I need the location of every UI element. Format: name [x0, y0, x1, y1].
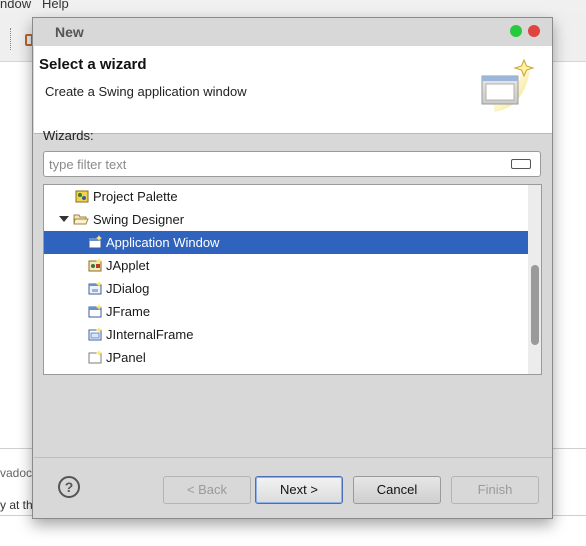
wizard-tree[interactable]: Project Palette Swing Designer Applicati… — [43, 184, 542, 375]
tree-item-label: JDialog — [106, 281, 150, 296]
wizards-label: Wizards: — [43, 128, 94, 143]
help-icon[interactable]: ? — [58, 476, 80, 498]
finish-button[interactable]: Finish — [451, 476, 539, 504]
tree-item-application-window[interactable]: Application Window — [44, 231, 528, 254]
dialog-titlebar[interactable]: New — [33, 18, 552, 46]
tree-item-label: JFrame — [106, 304, 151, 319]
folder-open-icon — [73, 214, 89, 225]
tree-scrollbar-thumb[interactable] — [531, 265, 539, 345]
tree-item-partial[interactable] — [44, 369, 528, 374]
back-button[interactable]: < Back — [163, 476, 251, 504]
wizard-window-icon — [481, 58, 535, 112]
tree-scrollbar[interactable] — [528, 185, 541, 374]
dialog-icon — [88, 281, 102, 295]
wizard-filter-input[interactable] — [43, 151, 541, 177]
ide-javadoc-tab[interactable]: vadoc — [0, 466, 32, 480]
internal-frame-icon — [88, 327, 102, 341]
footer-divider — [34, 457, 552, 458]
frame-icon — [88, 304, 102, 318]
clear-filter-icon[interactable] — [511, 159, 531, 169]
ide-console-text: y at th — [0, 498, 33, 512]
tree-item-label: Swing Designer — [93, 212, 185, 227]
tree-item-swing-designer[interactable]: Swing Designer — [44, 208, 528, 231]
applet-icon — [88, 258, 102, 272]
banner-description: Create a Swing application window — [45, 84, 247, 99]
new-wizard-dialog: New Select a wizard Create a Swing appli… — [32, 17, 553, 519]
ide-menubar: ndow Help — [0, 0, 586, 12]
palette-icon — [75, 190, 89, 203]
tree-item-project-palette[interactable]: Project Palette — [44, 185, 528, 208]
tree-item-jframe[interactable]: JFrame — [44, 300, 528, 323]
expand-arrow-icon[interactable] — [59, 216, 69, 222]
next-button[interactable]: Next > — [255, 476, 343, 504]
tree-item-label: Project Palette — [93, 189, 178, 204]
tree-item-japplet[interactable]: JApplet — [44, 254, 528, 277]
star-icon — [98, 373, 100, 374]
tree-item-label: JInternalFrame — [106, 327, 194, 342]
tree-item-jinternalframe[interactable]: JInternalFrame — [44, 323, 528, 346]
close-button[interactable] — [528, 25, 540, 37]
maximize-button[interactable] — [510, 25, 522, 37]
tree-item-label: JPanel — [106, 350, 146, 365]
cancel-button[interactable]: Cancel — [353, 476, 441, 504]
toolbar-separator — [10, 28, 11, 50]
panel-icon — [88, 350, 102, 364]
tree-item-jdialog[interactable]: JDialog — [44, 277, 528, 300]
banner-title: Select a wizard — [39, 56, 147, 73]
tree-item-label: Application Window — [106, 235, 220, 250]
dialog-title: New — [55, 24, 84, 40]
menu-window[interactable]: ndow — [0, 0, 31, 11]
wizard-banner: Select a wizard Create a Swing applicati… — [34, 46, 552, 134]
window-icon — [88, 235, 102, 249]
tree-item-jpanel[interactable]: JPanel — [44, 346, 528, 369]
tree-item-label: JApplet — [106, 258, 150, 273]
menu-help[interactable]: Help — [42, 0, 69, 11]
